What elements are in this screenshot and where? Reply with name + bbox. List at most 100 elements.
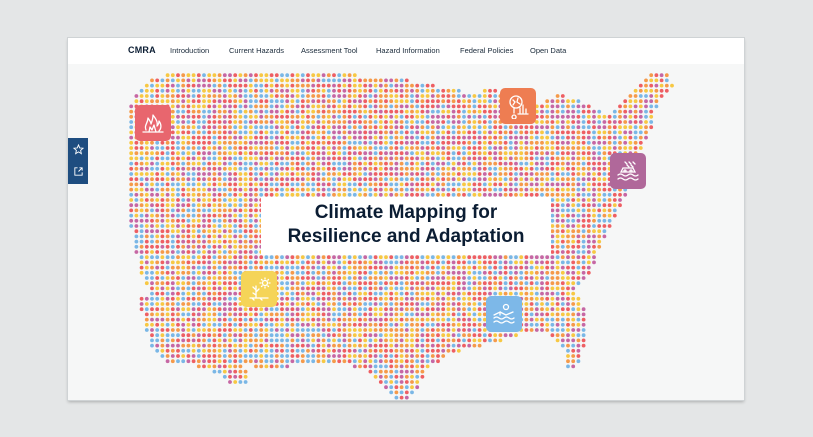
map-dot — [306, 265, 310, 270]
map-dot — [540, 182, 544, 187]
map-dot — [477, 286, 482, 291]
map-dot — [472, 307, 477, 312]
brand-logo[interactable]: CMRA — [128, 45, 156, 55]
map-dot — [576, 140, 581, 145]
map-dot — [222, 359, 227, 364]
map-dot — [352, 156, 357, 161]
map-dot — [285, 114, 290, 119]
share-button[interactable] — [68, 160, 88, 182]
map-dot — [300, 260, 305, 265]
map-dot — [316, 120, 321, 124]
map-dot — [638, 88, 643, 93]
map-dot — [399, 151, 404, 156]
map-dot — [290, 120, 295, 124]
nav-assessment-tool[interactable]: Assessment Tool — [301, 46, 358, 55]
map-dot — [456, 156, 461, 161]
map-dot — [410, 390, 414, 395]
map-dot — [446, 125, 451, 130]
map-dot — [347, 99, 352, 104]
map-dot — [363, 307, 368, 312]
map-dot — [352, 135, 357, 140]
map-dot — [529, 307, 534, 312]
map-dot — [477, 166, 482, 171]
map-dot — [384, 374, 388, 379]
map-dot — [129, 203, 134, 208]
map-dot — [311, 99, 316, 104]
coastal-inundation-tile[interactable] — [610, 153, 646, 189]
inland-flooding-tile[interactable] — [486, 296, 522, 332]
map-dot — [503, 156, 508, 161]
map-dot — [155, 88, 160, 93]
map-dot — [170, 187, 175, 192]
map-dot — [389, 255, 394, 260]
wildfire-tile[interactable] — [135, 105, 171, 141]
map-dot — [311, 359, 316, 364]
map-dot — [425, 265, 430, 270]
map-dot — [347, 276, 352, 280]
map-dot — [467, 333, 472, 338]
map-dot — [144, 322, 149, 327]
nav-hazard-information[interactable]: Hazard Information — [376, 46, 440, 55]
map-dot — [326, 99, 331, 104]
map-dot — [441, 317, 446, 322]
nav-current-hazards[interactable]: Current Hazards — [229, 46, 284, 55]
map-dot — [451, 281, 456, 286]
map-dot — [316, 187, 321, 192]
nav-federal-policies[interactable]: Federal Policies — [460, 46, 513, 55]
map-dot — [586, 260, 591, 265]
map-dot — [337, 166, 342, 171]
map-dot — [404, 359, 409, 364]
map-dot — [503, 260, 508, 265]
favorite-button[interactable] — [68, 138, 88, 160]
map-dot — [269, 338, 274, 343]
map-dot — [222, 114, 227, 119]
map-dot — [274, 359, 279, 364]
map-dot — [482, 114, 487, 119]
map-dot — [425, 151, 430, 156]
map-dot — [612, 114, 617, 119]
nav-open-data[interactable]: Open Data — [530, 46, 566, 55]
map-dot — [160, 177, 165, 182]
map-dot — [165, 250, 170, 254]
map-dot — [342, 286, 347, 291]
map-dot — [420, 317, 425, 322]
extreme-heat-tile[interactable] — [500, 88, 536, 124]
map-dot — [550, 291, 555, 296]
map-dot — [373, 276, 378, 280]
map-dot — [451, 182, 456, 187]
map-dot — [160, 88, 165, 93]
map-dot — [451, 286, 456, 291]
map-dot — [238, 250, 243, 254]
map-dot — [358, 265, 362, 270]
map-dot — [633, 146, 638, 150]
map-dot — [477, 156, 482, 161]
map-dot — [472, 260, 477, 265]
map-dot — [560, 234, 565, 239]
map-dot — [560, 172, 565, 176]
map-dot — [378, 130, 383, 135]
map-dot — [446, 172, 451, 176]
map-dot — [378, 276, 383, 280]
map-dot — [150, 187, 154, 192]
map-dot — [352, 99, 357, 104]
map-dot — [555, 177, 560, 182]
nav-introduction[interactable]: Introduction — [170, 46, 209, 55]
map-dot — [394, 380, 399, 384]
map-dot — [316, 177, 321, 182]
map-dot — [612, 140, 617, 145]
map-dot — [248, 317, 253, 322]
map-dot — [222, 177, 227, 182]
map-dot — [644, 99, 648, 104]
map-dot — [430, 120, 435, 124]
map-dot — [352, 172, 357, 176]
map-dot — [264, 307, 269, 312]
drought-tile[interactable] — [241, 271, 277, 307]
map-dot — [342, 135, 347, 140]
map-dot — [384, 177, 388, 182]
map-dot — [306, 120, 310, 124]
map-dot — [425, 260, 430, 265]
map-dot — [612, 120, 617, 124]
map-dot — [456, 343, 461, 348]
map-dot — [243, 359, 248, 364]
map-dot — [488, 104, 492, 109]
